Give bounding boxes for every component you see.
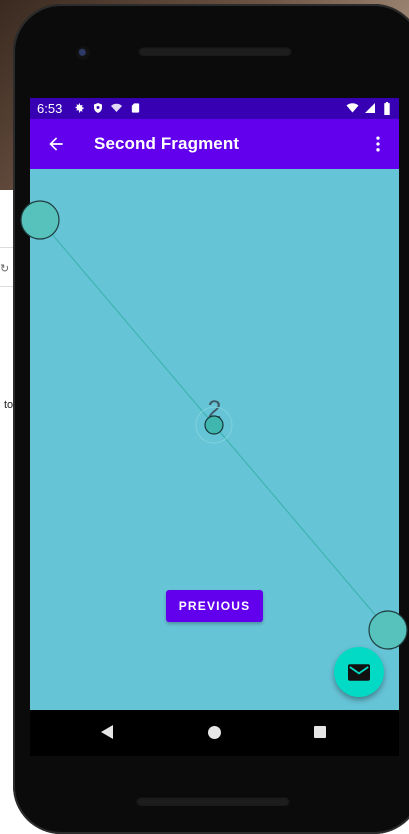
wifi-question-icon — [110, 102, 123, 115]
battery-icon — [380, 101, 393, 115]
status-icons-right — [346, 100, 393, 116]
status-bar: 6:53 — [30, 98, 399, 119]
status-icons-left — [72, 100, 142, 116]
overflow-menu-button[interactable] — [363, 126, 393, 162]
email-fab[interactable] — [334, 647, 384, 697]
fragment-content: 2 PREVIOUS — [30, 169, 399, 710]
nav-back-icon[interactable] — [100, 724, 114, 740]
earpiece-speaker — [138, 46, 292, 56]
wifi-icon — [346, 102, 359, 115]
bottom-speaker — [136, 796, 290, 806]
status-time: 6:53 — [37, 101, 63, 116]
fragment-number: 2 — [207, 396, 222, 424]
nav-home-icon[interactable] — [208, 726, 221, 739]
reload-icon: ↻ — [0, 263, 10, 275]
back-button[interactable] — [38, 126, 74, 162]
previous-button[interactable]: PREVIOUS — [166, 590, 263, 622]
cell-signal-icon — [363, 102, 376, 115]
app-bar-title: Second Fragment — [94, 134, 240, 153]
top-app-bar: Second Fragment — [30, 119, 399, 169]
sd-card-icon — [129, 102, 142, 115]
nav-recents-icon[interactable] — [314, 726, 326, 738]
device-screen: 6:53 Second Fragment 2 PREVIOUS — [30, 98, 399, 710]
more-vert-icon — [376, 136, 380, 152]
settings-icon — [72, 102, 85, 115]
front-camera — [76, 46, 90, 60]
background-text: to — [4, 399, 14, 411]
shield-icon — [91, 102, 104, 115]
system-navigation-bar — [30, 710, 399, 756]
mail-icon — [348, 663, 370, 681]
arrow-back-icon — [49, 137, 63, 151]
